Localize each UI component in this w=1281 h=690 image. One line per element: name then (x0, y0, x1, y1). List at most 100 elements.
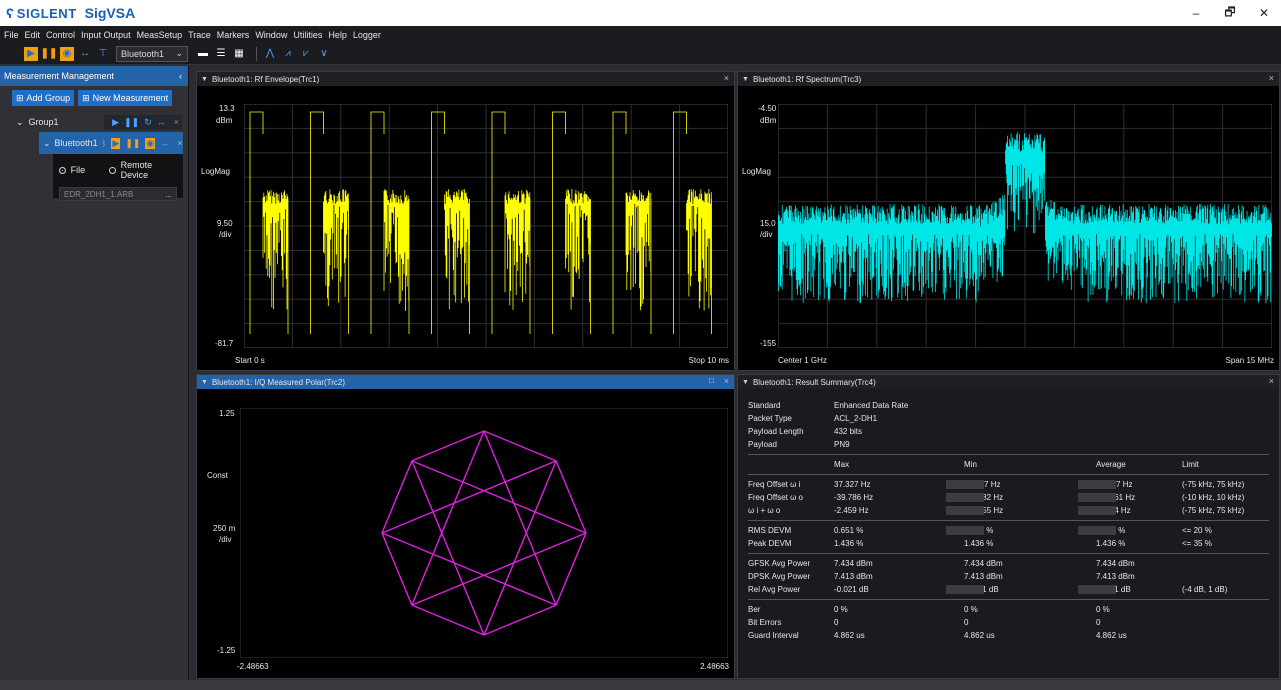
pause-icon[interactable]: ❚❚ (124, 117, 139, 128)
x-span: Span 15 MHz (1225, 356, 1274, 365)
next-peak-icon[interactable]: ⩗ (299, 47, 313, 61)
table-row: GFSK Avg Power 7.434 dBm 7.434 dBm 7.434 dB… (748, 557, 1279, 570)
iq-polar-title-bar[interactable]: ▼ Bluetooth1: I/Q Measured Polar(Trc2) □… (197, 375, 734, 389)
menu-utilities[interactable]: Utilities (293, 30, 322, 40)
tree-measurement-row[interactable]: ⌄ Bluetooth1 ᛒ ▶ ❚❚ ◉ ↔ × (39, 132, 183, 154)
scale-mode: Const (207, 471, 228, 480)
minimize-button[interactable]: – (1179, 0, 1213, 26)
menu-meassetup[interactable]: MeasSetup (137, 30, 183, 40)
rf-envelope-title: Bluetooth1: Rf Envelope(Trc1) (211, 74, 320, 84)
result-summary-title-bar[interactable]: ▼ Bluetooth1: Result Summary(Trc4) × (738, 375, 1279, 389)
new-measurement-label: New Measurement (92, 93, 169, 103)
value-indicator (946, 585, 984, 594)
menu-input-output[interactable]: Input Output (81, 30, 131, 40)
title-bar: ʕ SIGLENT SigVSA – 🗗 ✕ (0, 0, 1281, 26)
average-cell: 1.436 % (1096, 539, 1126, 548)
measurement-select-value: Bluetooth1 (121, 48, 165, 59)
menu-file[interactable]: File (4, 30, 19, 40)
rf-envelope-trace (249, 111, 712, 334)
close-icon[interactable]: × (724, 376, 729, 386)
file-path-field[interactable]: EDR_2DH1_1.ARB ... (59, 187, 177, 201)
collapse-triangle-icon[interactable]: ▼ (201, 76, 208, 83)
refresh-icon[interactable]: ↻ (144, 117, 152, 128)
divider (748, 474, 1269, 475)
scale-mode: LogMag (201, 167, 230, 176)
file-radio-label: File (70, 165, 86, 175)
maximize-button[interactable]: 🗗 (1213, 0, 1247, 26)
measurement-management-panel: Measurement Management ‹ ⊞ Add Group ⊞ N… (0, 66, 189, 680)
play-icon[interactable]: ▶ (111, 137, 121, 149)
close-icon[interactable]: × (1269, 73, 1274, 83)
continuous-icon[interactable]: ↔ (78, 47, 92, 61)
menu-markers[interactable]: Markers (217, 30, 250, 40)
measurement-select[interactable]: Bluetooth1 ⌄ (116, 45, 188, 62)
siglent-logo-icon: ʕ (6, 5, 14, 21)
y-div-unit: /div (219, 535, 232, 544)
table-row: Rel Avg Power-0.021 dB-0.021 dB-0.021 dB… (748, 583, 1279, 596)
play-icon[interactable]: ▶ (24, 46, 38, 61)
pause-icon[interactable]: ❚❚ (41, 47, 58, 61)
marker-icon[interactable]: ⋀ (263, 47, 277, 61)
rf-spectrum-panel: ▼ Bluetooth1: Rf Spectrum(Trc3) × -4.50 … (737, 71, 1280, 371)
chevron-down-icon[interactable]: ⌄ (16, 117, 24, 128)
sidebar-title: Measurement Management (4, 71, 115, 81)
close-button[interactable]: ✕ (1247, 0, 1281, 26)
info-label: Payload (748, 440, 777, 449)
file-radio[interactable] (59, 166, 66, 174)
info-row: Payload PN9 (748, 438, 1279, 451)
close-icon[interactable]: × (1269, 376, 1274, 386)
collapse-triangle-icon[interactable]: ▼ (742, 379, 749, 386)
table-header-row: Max Min Average Limit (748, 458, 1279, 471)
menu-edit[interactable]: Edit (25, 30, 41, 40)
maximize-icon[interactable]: □ (709, 376, 714, 385)
trigger-icon[interactable]: ⊤ (96, 47, 110, 61)
single-icon[interactable]: ◉ (145, 137, 156, 149)
y-div-value: 250 m (213, 524, 236, 533)
trace-marker-icon[interactable]: ∨ (317, 47, 331, 61)
info-label: Payload Length (748, 427, 804, 436)
iq-polar-plot[interactable] (240, 408, 728, 658)
menu-control[interactable]: Control (46, 30, 75, 40)
browse-button[interactable]: ... (165, 190, 172, 199)
menu-trace[interactable]: Trace (188, 30, 211, 40)
chevron-down-icon[interactable]: ⌄ (43, 138, 51, 149)
collapse-triangle-icon[interactable]: ▼ (201, 379, 208, 386)
collapse-triangle-icon[interactable]: ▼ (742, 76, 749, 83)
info-label: Packet Type (748, 414, 792, 423)
result-summary-title: Bluetooth1: Result Summary(Trc4) (752, 377, 876, 387)
collapse-icon[interactable]: ‹ (179, 71, 182, 81)
continuous-icon[interactable]: ↔ (160, 138, 169, 149)
header-limit: Limit (1182, 460, 1199, 469)
menu-help[interactable]: Help (328, 30, 347, 40)
close-icon[interactable]: × (177, 138, 182, 149)
peak-marker-icon[interactable]: ⩘ (281, 47, 295, 61)
rf-envelope-title-bar[interactable]: ▼ Bluetooth1: Rf Envelope(Trc1) × (197, 72, 734, 86)
play-icon[interactable]: ▶ (112, 117, 119, 128)
y-bottom-value: -1.25 (217, 646, 236, 655)
continuous-icon[interactable]: ↔ (157, 117, 166, 128)
layout-rows-icon[interactable]: ☰ (214, 47, 228, 61)
single-icon[interactable]: ◉ (60, 46, 74, 61)
tree-group-row[interactable]: ⌄ Group1 ▶ ❚❚ ↻ ↔ × (0, 112, 188, 132)
add-group-button[interactable]: ⊞ Add Group (12, 90, 75, 106)
close-icon[interactable]: × (724, 73, 729, 83)
rf-spectrum-title-bar[interactable]: ▼ Bluetooth1: Rf Spectrum(Trc3) × (738, 72, 1279, 86)
iq-polar-trace (381, 430, 587, 636)
info-row: Standard Enhanced Data Rate (748, 399, 1279, 412)
rf-spectrum-title: Bluetooth1: Rf Spectrum(Trc3) (752, 74, 862, 84)
menu-window[interactable]: Window (255, 30, 287, 40)
y-top-value: -4.50 (758, 104, 777, 113)
layout-grid-icon[interactable]: ▦ (232, 47, 246, 61)
rf-spectrum-plot[interactable] (778, 104, 1272, 348)
close-icon[interactable]: × (174, 117, 179, 128)
row-label: ω i + ω o (748, 506, 781, 515)
layout-single-icon[interactable]: ▬ (196, 47, 210, 61)
remote-device-radio[interactable] (109, 166, 116, 174)
pause-icon[interactable]: ❚❚ (125, 138, 140, 149)
menu-logger[interactable]: Logger (353, 30, 381, 40)
scale-mode: LogMag (742, 167, 771, 176)
info-value: ACL_2-DH1 (834, 414, 878, 423)
row-label: DPSK Avg Power (748, 572, 811, 581)
rf-envelope-plot[interactable] (244, 104, 728, 348)
new-measurement-button[interactable]: ⊞ New Measurement (78, 90, 173, 106)
